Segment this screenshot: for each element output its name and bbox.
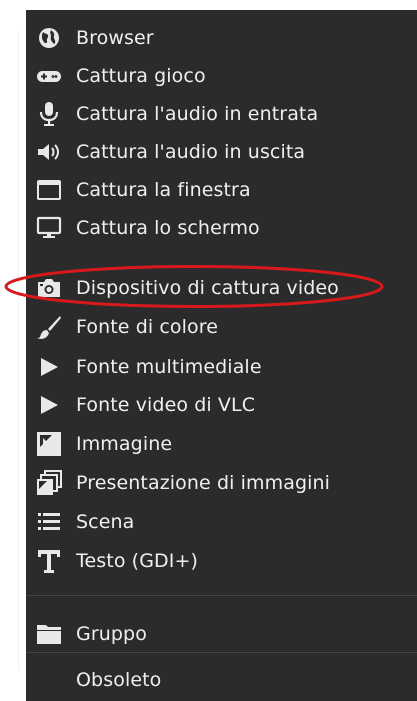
menu-item-label: Cattura la finestra	[76, 179, 251, 201]
menu-item-label: Cattura gioco	[76, 65, 206, 87]
menu-item-label: Immagine	[76, 433, 173, 455]
menu-item-label: Presentazione di immagini	[76, 472, 331, 494]
microphone-icon	[34, 101, 64, 127]
monitor-icon	[34, 215, 64, 241]
paintbrush-icon	[34, 314, 64, 340]
menu-item-audio-input-capture[interactable]: Cattura l'audio in entrata	[26, 98, 417, 130]
menu-item-label: Gruppo	[76, 623, 147, 645]
camera-icon	[34, 275, 64, 301]
menu-item-video-capture-device[interactable]: Dispositivo di cattura video	[26, 272, 417, 304]
menu-item-label: Cattura l'audio in uscita	[76, 141, 306, 163]
menu-item-label: Fonte multimediale	[76, 356, 262, 378]
text-icon	[34, 548, 64, 574]
empty-icon-slot	[34, 667, 64, 693]
menu-item-label: Obsoleto	[76, 669, 162, 691]
menu-item-scene[interactable]: Scena	[26, 506, 417, 538]
menu-item-label: Fonte video di VLC	[76, 394, 256, 416]
menu-item-browser[interactable]: Browser	[26, 22, 417, 54]
menu-item-vlc-video-source[interactable]: Fonte video di VLC	[26, 389, 417, 421]
list-icon	[34, 509, 64, 535]
menu-item-text-gdi[interactable]: Testo (GDI+)	[26, 545, 417, 577]
image-icon	[34, 431, 64, 457]
window-icon	[34, 177, 64, 203]
play-icon	[34, 354, 64, 380]
menu-separator	[26, 595, 417, 596]
play-icon	[34, 392, 64, 418]
left-margin	[0, 0, 26, 701]
menu-item-deprecated[interactable]: Obsoleto	[26, 664, 417, 696]
menu-item-label: Scena	[76, 511, 135, 533]
menu-item-label: Browser	[76, 27, 154, 49]
gamepad-icon	[34, 63, 64, 89]
slideshow-icon	[34, 470, 64, 496]
add-source-menu: Browser Cattura gioco Cattura l'audio in…	[26, 10, 417, 701]
speaker-icon	[34, 139, 64, 165]
menu-item-label: Dispositivo di cattura video	[76, 277, 339, 299]
menu-item-label: Testo (GDI+)	[76, 550, 198, 572]
menu-item-image-slideshow[interactable]: Presentazione di immagini	[26, 467, 417, 499]
menu-item-group[interactable]: Gruppo	[26, 618, 417, 650]
menu-item-label: Fonte di colore	[76, 316, 219, 338]
menu-item-label: Cattura lo schermo	[76, 217, 260, 239]
menu-separator	[26, 652, 417, 653]
globe-icon	[34, 25, 64, 51]
menu-item-window-capture[interactable]: Cattura la finestra	[26, 174, 417, 206]
menu-item-media-source[interactable]: Fonte multimediale	[26, 351, 417, 383]
menu-item-audio-output-capture[interactable]: Cattura l'audio in uscita	[26, 136, 417, 168]
menu-item-color-source[interactable]: Fonte di colore	[26, 311, 417, 343]
menu-item-display-capture[interactable]: Cattura lo schermo	[26, 212, 417, 244]
folder-icon	[34, 621, 64, 647]
menu-item-game-capture[interactable]: Cattura gioco	[26, 60, 417, 92]
menu-item-label: Cattura l'audio in entrata	[76, 103, 319, 125]
menu-item-image[interactable]: Immagine	[26, 428, 417, 460]
